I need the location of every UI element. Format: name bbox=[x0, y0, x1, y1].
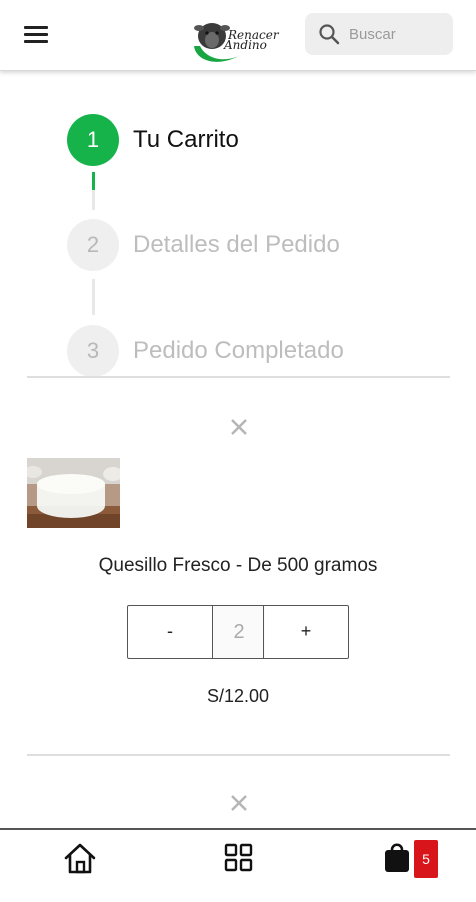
menu-button[interactable] bbox=[24, 22, 50, 46]
menu-icon-bar bbox=[24, 33, 48, 36]
bottom-navigation bbox=[0, 828, 476, 902]
product-image[interactable] bbox=[27, 458, 120, 528]
step-label: Detalles del Pedido bbox=[133, 231, 340, 258]
step-connector bbox=[92, 279, 95, 315]
shopping-bag-icon[interactable] bbox=[378, 840, 418, 876]
search-box[interactable] bbox=[305, 13, 453, 55]
menu-icon-bar bbox=[24, 40, 48, 43]
cart-count-badge: 5 bbox=[414, 840, 438, 878]
decrease-quantity-button[interactable]: - bbox=[128, 606, 213, 658]
step-number: 3 bbox=[67, 325, 119, 377]
search-input[interactable] bbox=[349, 23, 445, 45]
step-label: Pedido Completado bbox=[133, 337, 344, 364]
top-app-bar: Renacer Andino bbox=[0, 0, 476, 71]
step-number: 2 bbox=[67, 219, 119, 271]
step-connector-active bbox=[92, 172, 95, 190]
quantity-stepper: - 2 + bbox=[127, 605, 349, 659]
logo-wordmark: Renacer Andino bbox=[224, 29, 279, 51]
remove-item-close-icon[interactable] bbox=[228, 792, 250, 814]
quantity-value[interactable]: 2 bbox=[213, 606, 265, 658]
divider bbox=[27, 376, 450, 378]
step-number: 1 bbox=[67, 114, 119, 166]
search-icon[interactable] bbox=[317, 22, 341, 46]
product-name: Quesillo Fresco - De 500 gramos bbox=[98, 555, 378, 576]
menu-icon-bar bbox=[24, 26, 48, 29]
step-label: Tu Carrito bbox=[133, 126, 239, 153]
step-connector bbox=[92, 190, 95, 210]
product-price: S/12.00 bbox=[206, 686, 270, 706]
increase-quantity-button[interactable]: + bbox=[263, 606, 348, 658]
brand-logo[interactable]: Renacer Andino bbox=[190, 16, 290, 68]
divider bbox=[27, 754, 450, 756]
home-icon[interactable] bbox=[60, 840, 100, 876]
grid-icon[interactable] bbox=[218, 840, 258, 876]
remove-item-close-icon[interactable] bbox=[228, 416, 250, 438]
